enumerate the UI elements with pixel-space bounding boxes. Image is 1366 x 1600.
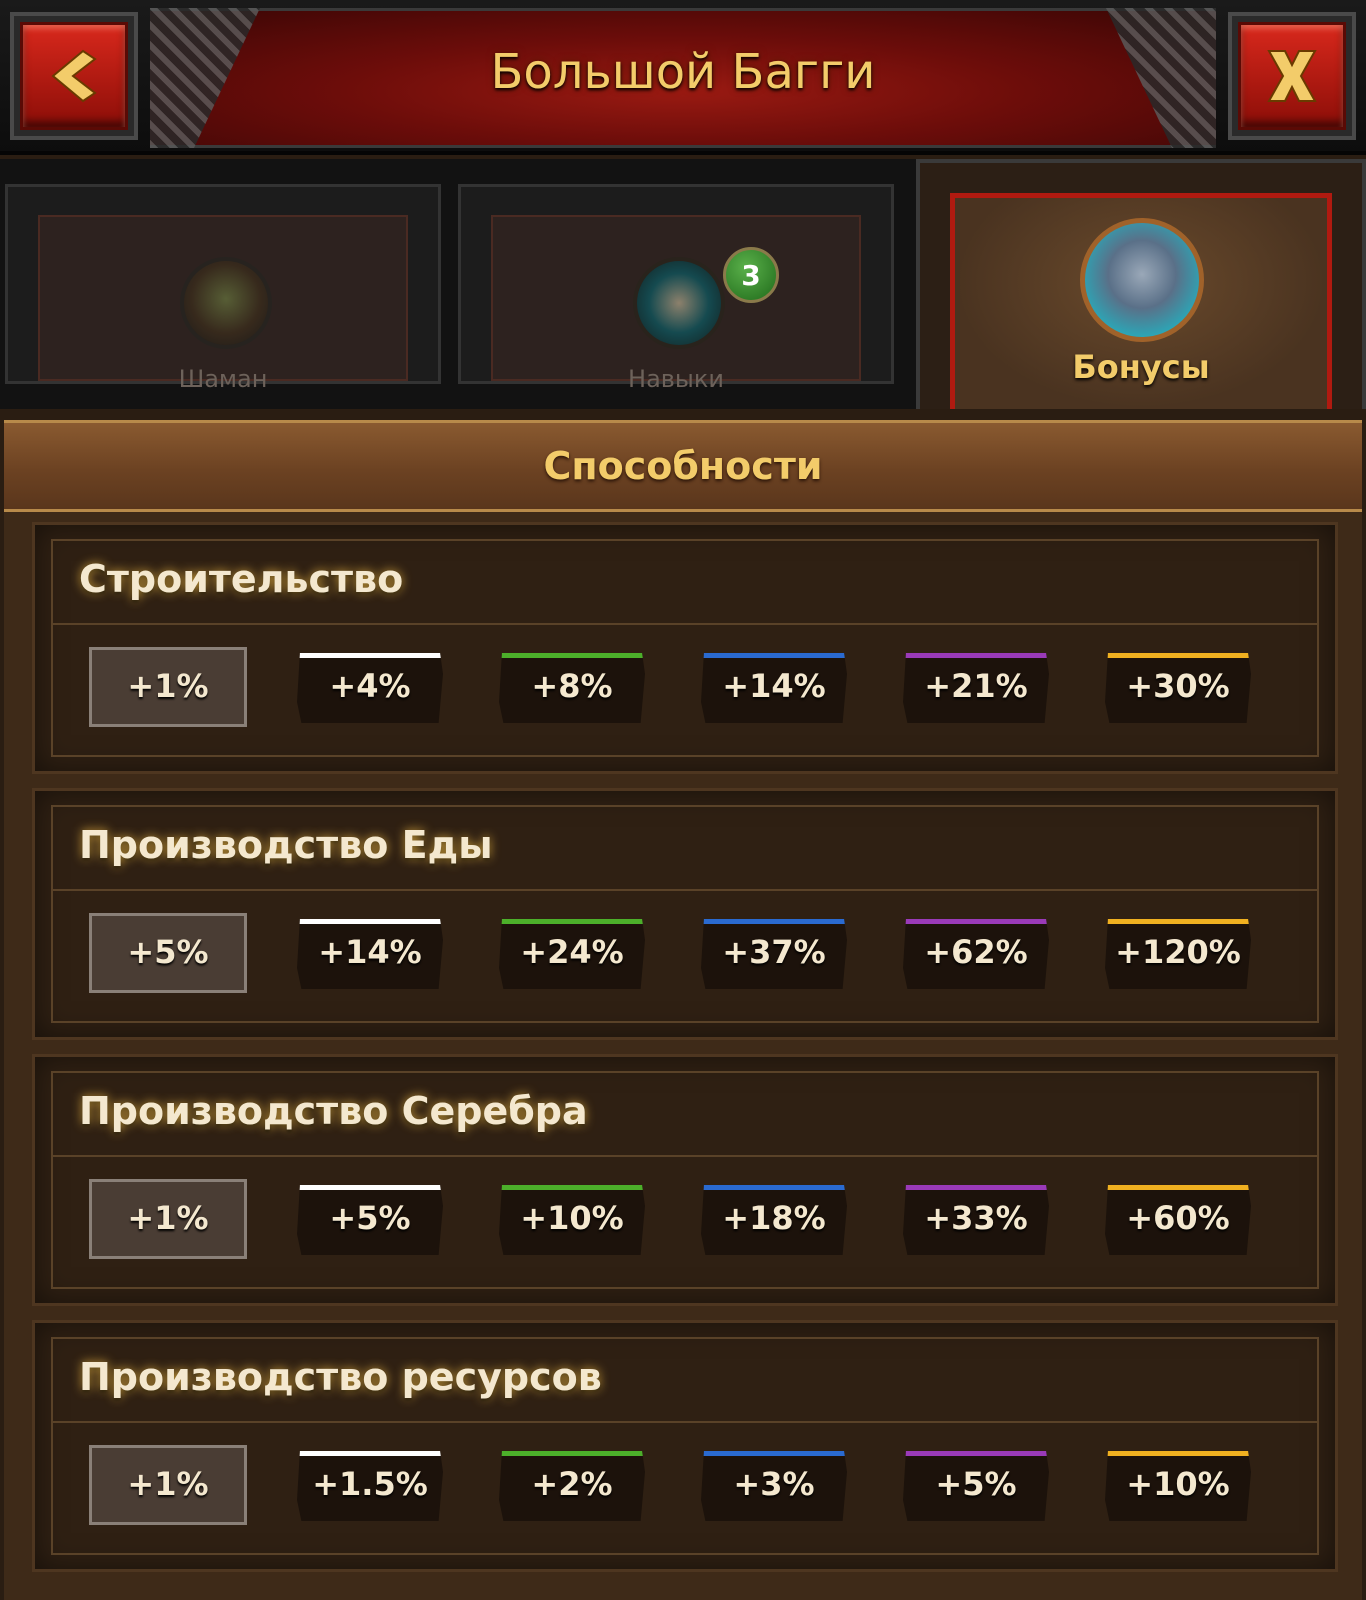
tab-bonuses[interactable]: Бонусы [916,159,1366,409]
panel-divider [51,889,1319,891]
close-x-icon [1267,50,1317,102]
chevron-left-icon [51,49,97,103]
ability-panel-silver: Производство Серебра +1% +5% +10% +18% +… [32,1054,1338,1306]
ability-title: Производство ресурсов [79,1355,602,1399]
panel-divider [51,1155,1319,1157]
tier-bar [903,1451,1049,1456]
bonus-value: +4% [329,667,411,705]
abilities-list: Строительство +1% +4% +8% +14% +21% +30%… [4,512,1362,1600]
tab-bonuses-label: Бонусы [1072,348,1210,386]
bonus-cell-tier-white: +1.5% [297,1451,443,1521]
bonus-value: +2% [531,1465,613,1503]
ability-title: Производство Еды [79,823,493,867]
bonus-value: +1.5% [312,1465,428,1503]
tier-bar [1105,1185,1251,1190]
bonus-value: +10% [520,1199,624,1237]
bonus-cell-current: +1% [89,1179,247,1259]
skills-count-badge: 3 [723,247,779,303]
tier-bar [701,1451,847,1456]
tier-bar [701,653,847,658]
ability-title: Строительство [79,557,404,601]
bonus-value: +62% [924,933,1028,971]
tier-bar [297,1451,443,1456]
tier-bar [701,1185,847,1190]
bonus-value: +10% [1126,1465,1230,1503]
tier-bar [499,1185,645,1190]
tier-bar [701,919,847,924]
bonus-cell-tier-blue: +18% [701,1185,847,1255]
bonus-value: +24% [520,933,624,971]
bonus-cell-tier-blue: +37% [701,919,847,989]
tier-bar [903,653,1049,658]
bonus-value: +1% [127,1199,209,1237]
tier-bar [297,919,443,924]
bonus-cell-tier-gold: +30% [1105,653,1251,723]
shaman-icon [180,257,272,349]
bonus-cell-tier-white: +14% [297,919,443,989]
header-bar: Большой Багги [0,0,1366,155]
bonus-value: +30% [1126,667,1230,705]
tier-bar [499,1451,645,1456]
ability-panel-construction: Строительство +1% +4% +8% +14% +21% +30% [32,522,1338,774]
bonus-cell-tier-green: +2% [499,1451,645,1521]
bonus-cell-current: +1% [89,1445,247,1525]
rune-stone-icon [1080,218,1204,342]
bonus-cell-tier-blue: +14% [701,653,847,723]
tier-bar [1105,1451,1251,1456]
bonus-cell-tier-white: +5% [297,1185,443,1255]
bonus-value: +37% [722,933,826,971]
bonus-value: +14% [318,933,422,971]
bonus-cell-tier-gold: +120% [1105,919,1251,989]
panel-divider [51,1421,1319,1423]
bonus-cell-current: +1% [89,647,247,727]
bonus-value: +120% [1115,933,1241,971]
bonus-cell-tier-purple: +5% [903,1451,1049,1521]
bonus-cell-tier-purple: +33% [903,1185,1049,1255]
bonus-cell-tier-green: +10% [499,1185,645,1255]
tier-bar [297,1185,443,1190]
bonus-value: +1% [127,667,209,705]
bonus-value: +18% [722,1199,826,1237]
tier-bar [1105,919,1251,924]
tab-shaman-label: Шаман [178,365,268,393]
bonus-value: +5% [127,933,209,971]
tier-bar [499,653,645,658]
skills-book-icon [633,257,725,349]
tier-bar [903,919,1049,924]
tier-bar [499,919,645,924]
section-header-abilities: Способности [4,420,1362,512]
bonus-cell-tier-green: +24% [499,919,645,989]
tab-skills[interactable]: 3 Навыки [458,184,894,393]
close-button[interactable] [1228,12,1356,140]
panel-divider [51,623,1319,625]
bonus-value: +3% [733,1465,815,1503]
bonus-cell-tier-blue: +3% [701,1451,847,1521]
bonus-value: +5% [329,1199,411,1237]
back-button[interactable] [10,12,138,140]
page-title: Большой Багги [490,44,876,100]
tier-bar [297,653,443,658]
bonus-cell-tier-white: +4% [297,653,443,723]
ability-panel-food: Производство Еды +5% +14% +24% +37% +62%… [32,788,1338,1040]
ability-title: Производство Серебра [79,1089,588,1133]
bonus-value: +60% [1126,1199,1230,1237]
ability-panel-resources: Производство ресурсов +1% +1.5% +2% +3% … [32,1320,1338,1572]
bonus-cell-tier-green: +8% [499,653,645,723]
tier-bar [903,1185,1049,1190]
bonus-value: +21% [924,667,1028,705]
bonus-cell-tier-gold: +60% [1105,1185,1251,1255]
bonus-value: +14% [722,667,826,705]
tab-skills-label: Навыки [628,365,724,393]
bonus-value: +5% [935,1465,1017,1503]
bonus-cell-tier-gold: +10% [1105,1451,1251,1521]
tier-bar [1105,653,1251,658]
bonus-cell-tier-purple: +21% [903,653,1049,723]
bonus-cell-current: +5% [89,913,247,993]
bonus-value: +33% [924,1199,1028,1237]
bonus-value: +1% [127,1465,209,1503]
tab-bar: Шаман 3 Навыки Бонусы [0,159,1366,409]
tab-shaman[interactable]: Шаман [5,184,441,393]
bonus-value: +8% [531,667,613,705]
bonus-cell-tier-purple: +62% [903,919,1049,989]
